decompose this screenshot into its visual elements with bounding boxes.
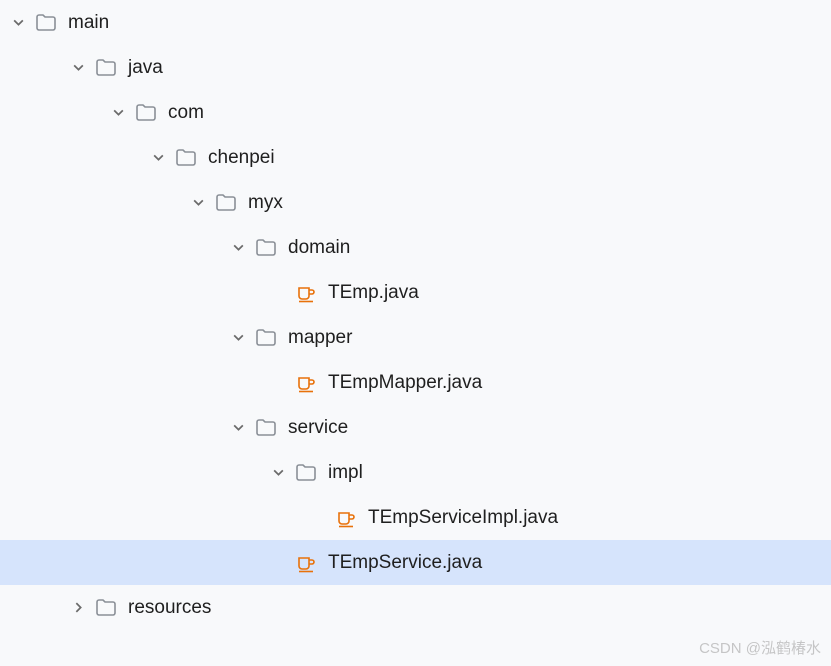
- tree-folder-chenpei[interactable]: chenpei: [0, 135, 831, 180]
- project-tree: main java com chenpei: [0, 0, 831, 630]
- tree-folder-main[interactable]: main: [0, 0, 831, 45]
- tree-label: mapper: [288, 327, 352, 349]
- chevron-down-icon: [268, 463, 288, 483]
- tree-label: TEmp.java: [328, 282, 419, 304]
- tree-file-tempserviceimpl-java[interactable]: TEmpServiceImpl.java: [0, 495, 831, 540]
- tree-label: impl: [328, 462, 363, 484]
- tree-folder-mapper[interactable]: mapper: [0, 315, 831, 360]
- tree-folder-resources[interactable]: resources: [0, 585, 831, 630]
- java-file-icon: [294, 281, 318, 305]
- folder-icon: [254, 416, 278, 440]
- folder-icon: [94, 596, 118, 620]
- tree-label: service: [288, 417, 348, 439]
- tree-file-tempmapper-java[interactable]: TEmpMapper.java: [0, 360, 831, 405]
- java-file-icon: [294, 371, 318, 395]
- tree-folder-java[interactable]: java: [0, 45, 831, 90]
- watermark: CSDN @泓鹤椿水: [699, 637, 821, 658]
- tree-folder-service[interactable]: service: [0, 405, 831, 450]
- folder-icon: [134, 101, 158, 125]
- tree-label: TEmpService.java: [328, 552, 482, 574]
- chevron-down-icon: [68, 58, 88, 78]
- folder-icon: [94, 56, 118, 80]
- java-file-icon: [294, 551, 318, 575]
- tree-label: chenpei: [208, 147, 275, 169]
- chevron-down-icon: [228, 418, 248, 438]
- chevron-right-icon: [68, 598, 88, 618]
- tree-label: domain: [288, 237, 350, 259]
- chevron-down-icon: [228, 238, 248, 258]
- tree-folder-impl[interactable]: impl: [0, 450, 831, 495]
- folder-icon: [34, 11, 58, 35]
- chevron-down-icon: [188, 193, 208, 213]
- tree-file-temp-java[interactable]: TEmp.java: [0, 270, 831, 315]
- tree-folder-domain[interactable]: domain: [0, 225, 831, 270]
- chevron-down-icon: [228, 328, 248, 348]
- chevron-down-icon: [8, 13, 28, 33]
- tree-label: main: [68, 12, 109, 34]
- tree-folder-myx[interactable]: myx: [0, 180, 831, 225]
- tree-label: java: [128, 57, 163, 79]
- folder-icon: [254, 326, 278, 350]
- folder-icon: [254, 236, 278, 260]
- tree-label: TEmpMapper.java: [328, 372, 482, 394]
- chevron-down-icon: [148, 148, 168, 168]
- tree-folder-com[interactable]: com: [0, 90, 831, 135]
- folder-icon: [214, 191, 238, 215]
- java-file-icon: [334, 506, 358, 530]
- tree-label: com: [168, 102, 204, 124]
- tree-label: myx: [248, 192, 283, 214]
- tree-label: resources: [128, 597, 211, 619]
- chevron-down-icon: [108, 103, 128, 123]
- folder-icon: [174, 146, 198, 170]
- tree-label: TEmpServiceImpl.java: [368, 507, 558, 529]
- folder-icon: [294, 461, 318, 485]
- tree-file-tempservice-java[interactable]: TEmpService.java: [0, 540, 831, 585]
